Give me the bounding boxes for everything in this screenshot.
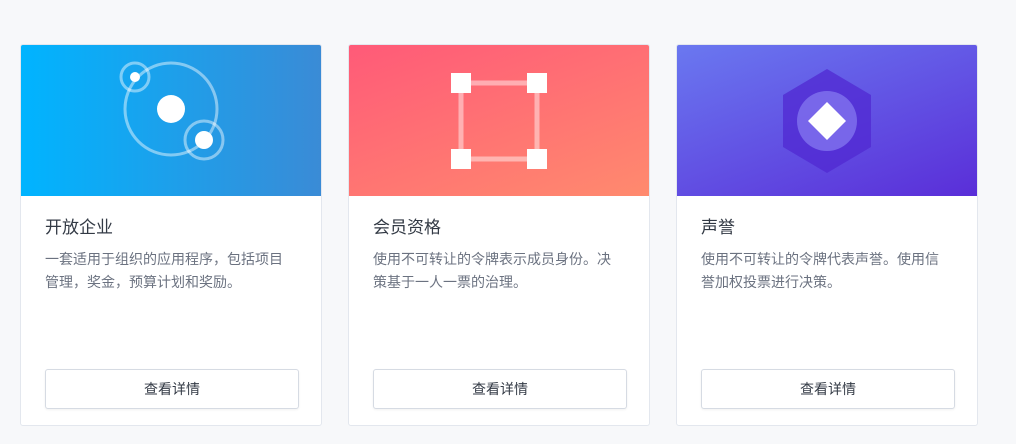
card-description: 使用不可转让的令牌代表声誉。使用信誉加权投票进行决策。	[701, 252, 939, 291]
card-description: 使用不可转让的令牌表示成员身份。决策基于一人一票的治理。	[373, 252, 611, 291]
view-details-button[interactable]: 查看详情	[701, 369, 955, 409]
card-title: 声誉	[701, 218, 735, 238]
card-banner	[21, 45, 321, 196]
hexagon-diamond-icon	[783, 68, 871, 173]
card-banner	[677, 45, 977, 196]
orbit-icon	[119, 61, 225, 160]
square-nodes-icon	[451, 72, 547, 169]
view-details-button[interactable]: 查看详情	[373, 369, 627, 409]
card-title: 会员资格	[373, 218, 441, 238]
card-membership: 会员资格 使用不可转让的令牌表示成员身份。决策基于一人一票的治理。 查看详情	[348, 44, 650, 426]
card-grid: 开放企业 一套适用于组织的应用程序，包括项目管理，奖金，预算计划和奖励。 查看详…	[20, 44, 978, 426]
card-open-enterprise: 开放企业 一套适用于组织的应用程序，包括项目管理，奖金，预算计划和奖励。 查看详…	[20, 44, 322, 426]
card-description: 一套适用于组织的应用程序，包括项目管理，奖金，预算计划和奖励。	[45, 252, 283, 291]
card-reputation: 声誉 使用不可转让的令牌代表声誉。使用信誉加权投票进行决策。 查看详情	[676, 44, 978, 426]
card-banner	[349, 45, 649, 196]
card-title: 开放企业	[45, 218, 113, 238]
view-details-button[interactable]: 查看详情	[45, 369, 299, 409]
